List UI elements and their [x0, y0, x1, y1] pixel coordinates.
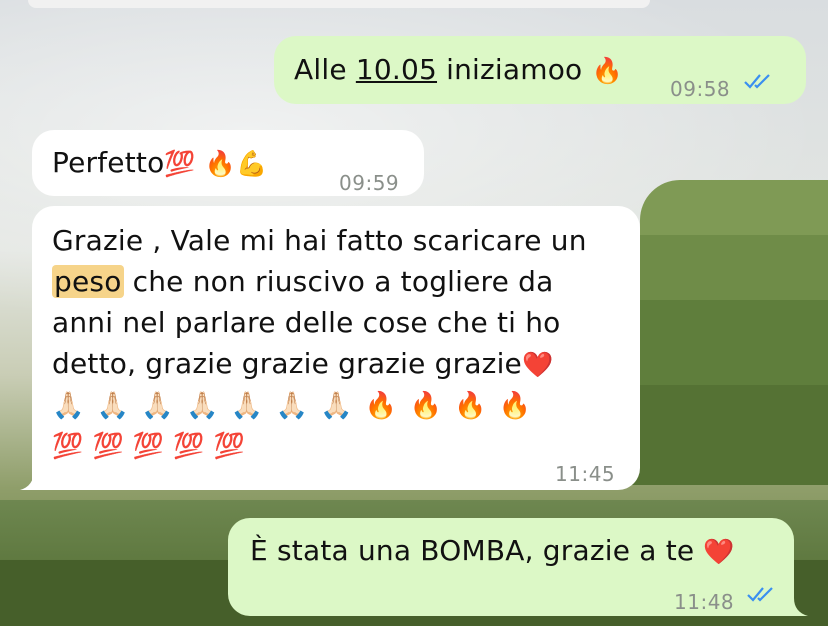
pray-emoji: 🙏🏻: [141, 390, 174, 421]
terrace-1: [640, 180, 828, 240]
hundred-emoji: 💯: [164, 149, 196, 178]
muscle-emoji: 💪: [236, 149, 268, 178]
hundred-emoji: 💯: [92, 431, 124, 460]
fire-emoji: 🔥: [498, 390, 532, 421]
heart-emoji: ❤️: [703, 537, 735, 566]
heart-emoji: ❤️: [521, 350, 554, 379]
bubble-tail: [786, 598, 808, 616]
message-line: peso che non riuscivo a togliere da: [52, 261, 587, 302]
message-line: Grazie , Vale mi hai fatto scaricare un: [52, 224, 587, 257]
emoji-row-1: 🙏🏻 🙏🏻 🙏🏻 🙏🏻 🙏🏻 🙏🏻 🙏🏻 🔥 🔥 🔥 🔥: [52, 384, 587, 424]
hundred-emoji: 💯: [52, 431, 84, 460]
message-text: Perfetto💯 🔥💪: [52, 142, 268, 183]
message-line: detto, grazie grazie grazie grazie❤️: [52, 343, 587, 384]
bubble-tail: [20, 470, 48, 490]
fire-emoji: 🔥: [454, 390, 487, 421]
message-timestamp: 09:59: [339, 171, 400, 195]
pray-emoji: 🙏🏻: [186, 390, 219, 421]
message-text-part: detto, grazie grazie grazie grazie: [52, 347, 522, 380]
time-link[interactable]: 10.05: [356, 53, 437, 86]
hundred-emoji: 💯: [173, 431, 205, 460]
message-text-part: È stata una BOMBA, grazie a te: [250, 534, 704, 567]
pray-emoji: 🙏🏻: [230, 390, 264, 421]
message-text: Alle 10.05 iniziamoo 🔥: [294, 49, 623, 90]
fire-emoji: 🔥: [204, 149, 237, 178]
previous-message-edge: [28, 0, 650, 8]
message-text-part: che non riuscivo a togliere da: [123, 265, 554, 298]
message-text-part: Alle: [294, 53, 356, 86]
message-timestamp: 11:48: [674, 590, 735, 614]
pray-emoji: 🙏🏻: [96, 390, 130, 421]
emoji-row-2: 💯 💯 💯 💯 💯: [52, 424, 587, 460]
message-outgoing-2[interactable]: È stata una BOMBA, grazie a te ❤️ 11:48: [228, 518, 794, 616]
read-receipt-icon: [747, 587, 773, 602]
pray-emoji: 🙏🏻: [320, 390, 353, 421]
fire-emoji: 🔥: [364, 390, 398, 421]
message-outgoing-1[interactable]: Alle 10.05 iniziamoo 🔥 09:58: [274, 36, 806, 104]
message-timestamp: 11:45: [555, 462, 616, 486]
message-incoming-1[interactable]: Perfetto💯 🔥💪 09:59: [32, 130, 424, 196]
pray-emoji: 🙏🏻: [52, 390, 85, 421]
message-line: anni nel parlare delle cose che ti ho: [52, 306, 561, 339]
message-text-part: iniziamoo: [437, 53, 592, 86]
fire-emoji: 🔥: [591, 56, 623, 85]
fire-emoji: 🔥: [409, 390, 443, 421]
message-timestamp: 09:58: [670, 77, 731, 101]
hundred-emoji: 💯: [132, 431, 165, 460]
hundred-emoji: 💯: [213, 431, 246, 460]
message-incoming-2[interactable]: Grazie , Vale mi hai fatto scaricare un …: [32, 206, 640, 490]
message-text: È stata una BOMBA, grazie a te ❤️: [250, 530, 735, 571]
message-text-part: Perfetto: [52, 146, 165, 179]
pray-emoji: 🙏🏻: [275, 390, 309, 421]
message-text: Grazie , Vale mi hai fatto scaricare un …: [52, 220, 587, 460]
read-receipt-icon: [744, 74, 770, 89]
highlighted-word: peso: [52, 265, 124, 298]
